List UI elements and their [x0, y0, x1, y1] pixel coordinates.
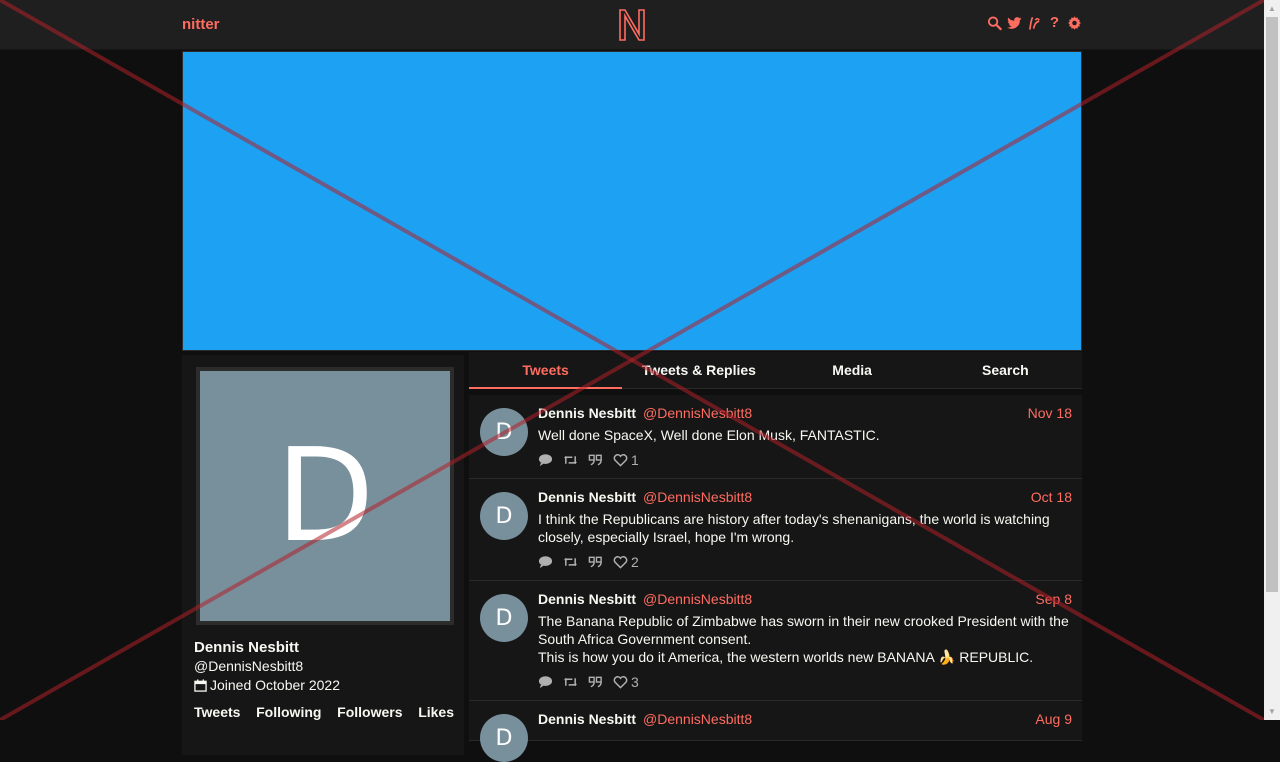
timeline: Tweets Tweets & Replies Media Search D D…: [469, 352, 1082, 762]
profile-stats: Tweets Following Followers Likes: [194, 704, 454, 720]
tweet-header: Dennis Nesbitt @DennisNesbitt8 Aug 9: [538, 711, 1072, 730]
top-navbar: nitter ?: [0, 0, 1264, 50]
nav-icon-group: ?: [987, 15, 1082, 33]
tweet-author-handle[interactable]: @DennisNesbitt8: [643, 591, 752, 607]
profile-joined: Joined October 2022: [194, 677, 340, 693]
comment-icon: [538, 676, 553, 689]
tweet-stats: 1: [538, 452, 1072, 468]
tweet-list: D Dennis Nesbitt @DennisNesbitt8 Nov 18 …: [469, 395, 1082, 762]
heart-icon: [613, 556, 628, 569]
quote-icon: [588, 454, 602, 466]
comment-icon: [538, 454, 553, 467]
tweet-item[interactable]: D Dennis Nesbitt @DennisNesbitt8 Sep 8 T…: [469, 581, 1082, 701]
tweet-author-name[interactable]: Dennis Nesbitt: [538, 489, 636, 505]
stat-followers[interactable]: Followers: [337, 704, 402, 720]
tweet-item[interactable]: D Dennis Nesbitt @DennisNesbitt8 Oct 18 …: [469, 479, 1082, 581]
retweet-stat[interactable]: [563, 675, 578, 689]
like-count: 1: [631, 452, 639, 468]
retweet-icon: [563, 557, 578, 567]
quote-icon: [588, 556, 602, 568]
stat-tweets[interactable]: Tweets: [194, 704, 240, 720]
reply-stat[interactable]: [538, 675, 553, 689]
reply-stat[interactable]: [538, 555, 553, 569]
like-stat[interactable]: 2: [613, 554, 639, 570]
gear-icon[interactable]: [1067, 15, 1082, 33]
calendar-icon: [194, 678, 207, 692]
quote-stat[interactable]: [588, 453, 603, 467]
tweet-author-name[interactable]: Dennis Nesbitt: [538, 591, 636, 607]
like-count: 3: [631, 674, 639, 690]
like-stat[interactable]: 3: [613, 674, 639, 690]
like-stat[interactable]: 1: [613, 452, 639, 468]
quote-stat[interactable]: [588, 675, 603, 689]
tweet-avatar[interactable]: D: [480, 492, 528, 540]
tweet-date[interactable]: Nov 18: [1028, 405, 1072, 421]
quote-stat[interactable]: [588, 555, 603, 569]
tweet-author-name[interactable]: Dennis Nesbitt: [538, 711, 636, 727]
quote-icon: [588, 676, 602, 688]
timeline-tabs: Tweets Tweets & Replies Media Search: [469, 352, 1082, 389]
retweet-stat[interactable]: [563, 555, 578, 569]
tab-media[interactable]: Media: [776, 352, 929, 388]
profile-banner: [182, 51, 1082, 351]
reply-stat[interactable]: [538, 453, 553, 467]
twitter-bird-icon[interactable]: [1007, 15, 1022, 33]
brand-link[interactable]: nitter: [182, 16, 220, 33]
profile-handle[interactable]: @DennisNesbitt8: [194, 658, 303, 674]
tweet-date[interactable]: Aug 9: [1035, 711, 1072, 727]
tweet-item[interactable]: D Dennis Nesbitt @DennisNesbitt8 Nov 18 …: [469, 395, 1082, 479]
scroll-thumb[interactable]: [1266, 17, 1278, 592]
tweet-avatar[interactable]: D: [480, 714, 528, 762]
tweet-author-name[interactable]: Dennis Nesbitt: [538, 405, 636, 421]
heart-icon: [613, 676, 628, 689]
help-icon[interactable]: ?: [1047, 15, 1062, 33]
tweet-text: The Banana Republic of Zimbabwe has swor…: [538, 613, 1069, 665]
tweet-text: Well done SpaceX, Well done Elon Musk, F…: [538, 427, 880, 443]
tweet-author-handle[interactable]: @DennisNesbitt8: [643, 405, 752, 421]
retweet-icon: [563, 677, 578, 687]
tweet-author-handle[interactable]: @DennisNesbitt8: [643, 711, 752, 727]
nitter-logo-icon[interactable]: [617, 8, 647, 42]
retweet-icon: [563, 455, 578, 465]
tab-tweets-replies[interactable]: Tweets & Replies: [622, 352, 775, 388]
tweet-author-handle[interactable]: @DennisNesbitt8: [643, 489, 752, 505]
tweet-date[interactable]: Sep 8: [1035, 591, 1072, 607]
joined-text: Joined October 2022: [210, 677, 340, 693]
scroll-up-icon[interactable]: ▲: [1264, 0, 1280, 17]
tab-search[interactable]: Search: [929, 352, 1082, 388]
tweet-date[interactable]: Oct 18: [1031, 489, 1072, 505]
like-count: 2: [631, 554, 639, 570]
tweet-avatar[interactable]: D: [480, 408, 528, 456]
rss-icon[interactable]: [1027, 15, 1042, 33]
tab-tweets[interactable]: Tweets: [469, 352, 623, 389]
tweet-header: Dennis Nesbitt @DennisNesbitt8 Nov 18: [538, 405, 1072, 424]
tweet-stats: 2: [538, 554, 1072, 570]
stat-following[interactable]: Following: [256, 704, 321, 720]
vertical-scrollbar[interactable]: ▲ ▼: [1264, 0, 1280, 720]
tweet-item[interactable]: D Dennis Nesbitt @DennisNesbitt8 Aug 9: [469, 701, 1082, 762]
search-icon[interactable]: [987, 15, 1002, 33]
profile-avatar[interactable]: D: [196, 367, 454, 625]
heart-icon: [613, 454, 628, 467]
tweet-avatar[interactable]: D: [480, 594, 528, 642]
tweet-stats: 3: [538, 674, 1072, 690]
tweet-text: I think the Republicans are history afte…: [538, 511, 1050, 545]
retweet-stat[interactable]: [563, 453, 578, 467]
profile-card: D Dennis Nesbitt @DennisNesbitt8 Joined …: [182, 355, 464, 755]
stat-likes[interactable]: Likes: [418, 704, 454, 720]
comment-icon: [538, 556, 553, 569]
scroll-down-icon[interactable]: ▼: [1264, 703, 1280, 720]
profile-name[interactable]: Dennis Nesbitt: [194, 639, 299, 656]
tweet-header: Dennis Nesbitt @DennisNesbitt8 Oct 18: [538, 489, 1072, 508]
tweet-header: Dennis Nesbitt @DennisNesbitt8 Sep 8: [538, 591, 1072, 610]
